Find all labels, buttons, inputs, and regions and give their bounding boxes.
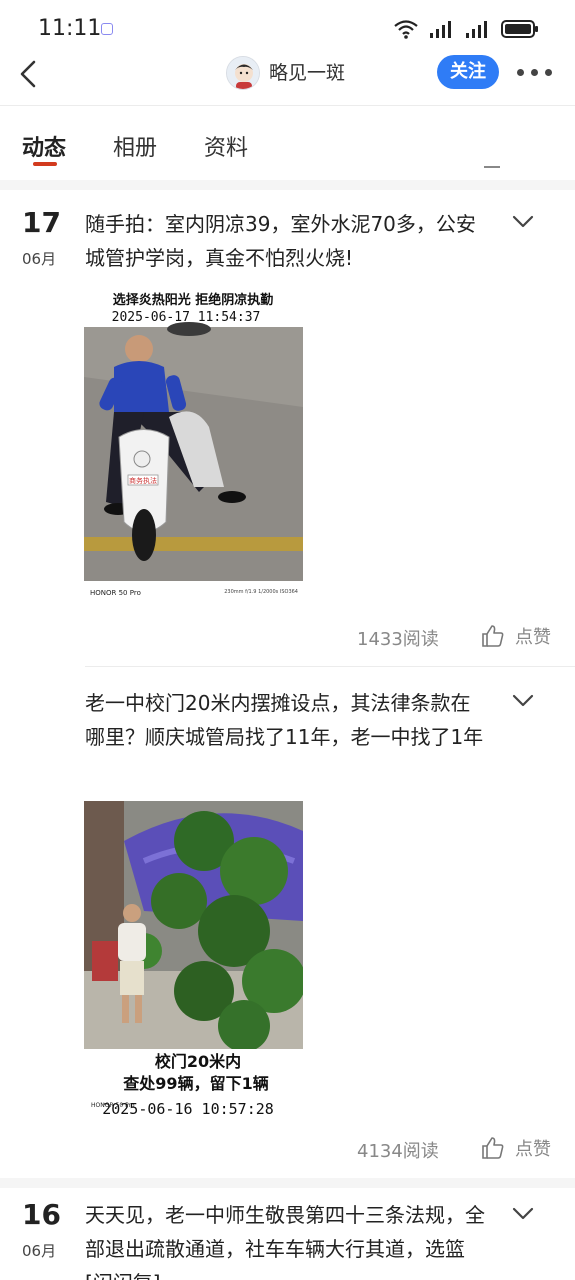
chevron-down-icon[interactable] [512, 694, 534, 708]
dot-icon [531, 68, 538, 76]
post-date-day: 16 [22, 1198, 61, 1231]
status-time: 11:11 [38, 16, 102, 41]
post-text[interactable]: 天天见，老一中师生敬畏第四十三条法规，全部退出疏散通道，社车车辆大行其道，选篮[… [85, 1198, 490, 1280]
like-label: 点赞 [515, 627, 551, 648]
scooter-plate: 商务执法 [129, 476, 157, 485]
username[interactable]: 略见一斑 [269, 58, 345, 85]
signal-icon [430, 21, 451, 38]
tab-profile[interactable]: 资料 [204, 130, 248, 162]
battery-icon [501, 20, 538, 38]
wifi-icon [394, 20, 418, 39]
image-caption-line1: 选择炎热阳光 拒绝阴凉执勤 [113, 292, 274, 308]
read-count: 4134阅读 [357, 1141, 439, 1162]
image-camera-label: HONOR 50 Pro [90, 589, 141, 597]
nav-bar: 略见一斑 关注 [0, 46, 575, 104]
thumbs-up-icon [482, 625, 504, 647]
post-text[interactable]: 随手拍：室内阴凉39，室外水泥70多，公安城管护学岗，真金不怕烈火烧! [85, 207, 490, 275]
chevron-down-icon[interactable] [512, 1207, 534, 1221]
post-date-month: 06月 [22, 250, 57, 268]
image-caption-timestamp: 2025-06-17 11:54:37 [112, 310, 261, 325]
post-image[interactable]: 商务执法 选择炎热阳光 拒绝阴凉执勤 2025-06-17 11:54:37 H… [84, 287, 303, 601]
like-label: 点赞 [515, 1139, 551, 1160]
avatar[interactable] [226, 56, 260, 90]
tab-dynamics[interactable]: 动态 [22, 130, 66, 162]
thumbs-up-icon [482, 1137, 504, 1159]
section-separator [0, 180, 575, 190]
read-count: 1433阅读 [357, 629, 439, 650]
image-caption-line1: 校门20米内 [155, 1052, 241, 1071]
follow-button[interactable]: 关注 [437, 55, 499, 89]
back-button[interactable] [14, 54, 48, 94]
signal-icon-2 [466, 21, 487, 38]
profile-tabs: 动态 相册 资料 [0, 106, 575, 188]
post-image[interactable]: 校门20米内 查处99辆，留下1辆 HONOR 50 Pro 2025-06-1… [84, 801, 303, 1117]
section-separator [0, 1178, 575, 1188]
like-button[interactable]: 点赞 [481, 623, 551, 649]
chevron-down-icon[interactable] [512, 215, 534, 229]
tab-scroll-hint [484, 166, 500, 168]
post-date-day: 17 [22, 206, 61, 239]
image-exif-label: 230mm f/1.9 1/2000s ISO364 [224, 589, 298, 595]
status-icons [393, 18, 539, 40]
tab-indicator [33, 162, 57, 166]
divider [85, 666, 575, 667]
post-text[interactable]: 老一中校门20米内摆摊设点，其法律条款在哪里？顺庆城管局找了11年，老一中找了1… [85, 686, 485, 754]
image-caption-timestamp: 2025-06-16 10:57:28 [102, 1100, 274, 1117]
dot-icon [517, 68, 524, 76]
tab-album[interactable]: 相册 [113, 130, 157, 162]
notification-icon [101, 23, 113, 35]
like-button[interactable]: 点赞 [481, 1135, 551, 1161]
more-options-button[interactable] [517, 62, 557, 82]
post-date-month: 06月 [22, 1242, 57, 1260]
dot-icon [545, 68, 552, 76]
image-caption-line2: 查处99辆，留下1辆 [123, 1074, 268, 1093]
